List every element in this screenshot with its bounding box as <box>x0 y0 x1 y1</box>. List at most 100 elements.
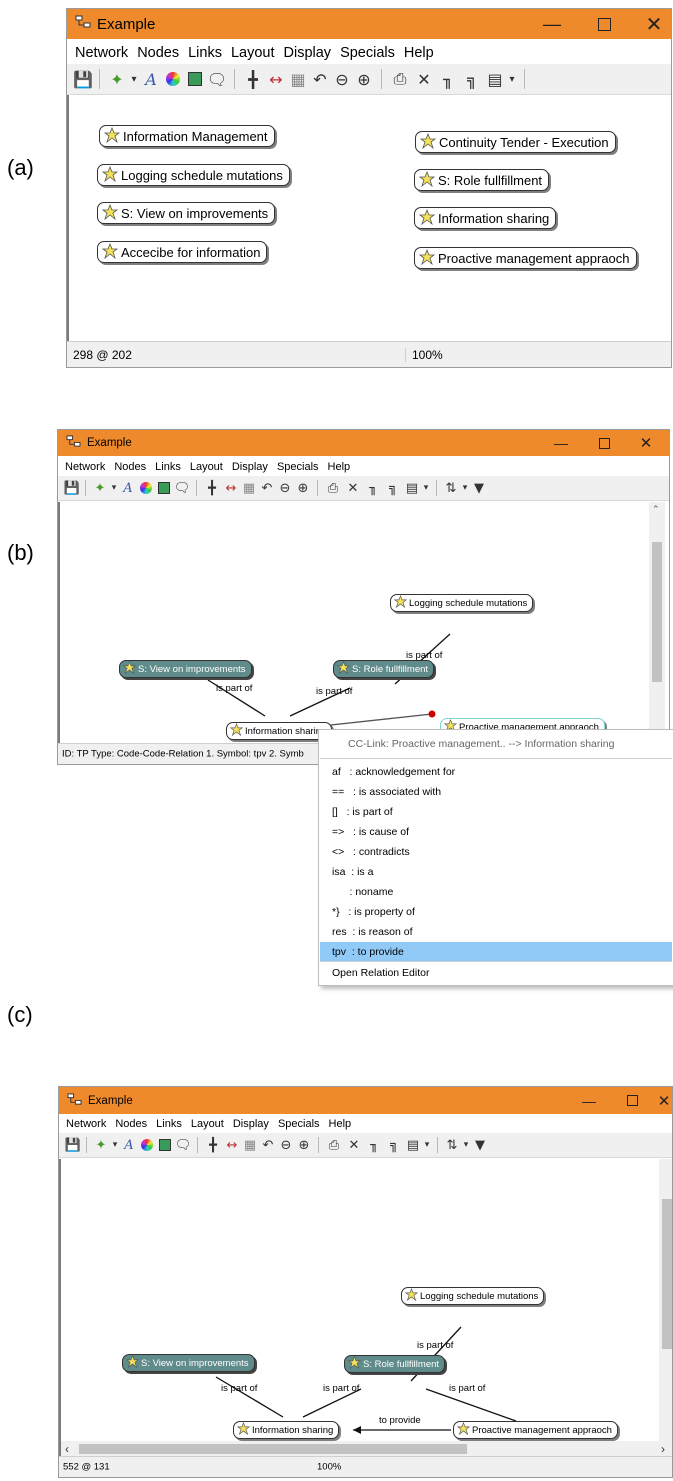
relation-item-is-a[interactable]: isa : is a <box>320 862 672 882</box>
menu-help[interactable]: Help <box>329 1118 352 1130</box>
network-canvas[interactable]: is part of is part of is part of Logging… <box>58 502 669 764</box>
menu-network[interactable]: Network <box>66 1118 106 1130</box>
open-relation-editor-item[interactable]: Open Relation Editor <box>320 963 672 983</box>
horizontal-scrollbar[interactable]: ‹ › <box>61 1441 672 1457</box>
relation-item-noname[interactable]: : noname <box>320 882 672 902</box>
menu-layout[interactable]: Layout <box>191 1118 224 1130</box>
undo-icon[interactable]: ↶ <box>309 70 331 89</box>
font-icon[interactable]: A <box>140 70 162 89</box>
code-node[interactable]: Logging schedule mutations <box>390 594 534 612</box>
menu-display[interactable]: Display <box>232 461 268 473</box>
node-style-icon[interactable] <box>155 482 173 494</box>
menu-display[interactable]: Display <box>233 1118 269 1130</box>
spread-icon[interactable]: ↔ <box>265 70 287 89</box>
link-icon[interactable]: ╖ <box>363 481 383 496</box>
grid-icon[interactable]: ▦ <box>240 481 258 496</box>
unlink-icon[interactable]: ╗ <box>460 70 484 89</box>
new-node-icon[interactable]: ✦ <box>92 1138 110 1153</box>
link-icon[interactable]: ╖ <box>364 1138 384 1153</box>
minimize-button[interactable]: — <box>548 430 574 456</box>
menu-nodes[interactable]: Nodes <box>137 45 179 61</box>
menu-layout[interactable]: Layout <box>231 45 275 61</box>
font-icon[interactable]: A <box>120 1138 138 1153</box>
code-node[interactable]: Proactive management appraoch <box>414 247 637 269</box>
new-node-icon[interactable]: ✦ <box>106 70 128 89</box>
menu-nodes[interactable]: Nodes <box>115 1118 147 1130</box>
print-icon[interactable]: ⎙ <box>324 1138 344 1153</box>
spread-icon[interactable]: ↔ <box>222 481 240 496</box>
relation-item-af[interactable]: af : acknowledgement for <box>320 762 672 782</box>
menu-help[interactable]: Help <box>328 461 351 473</box>
sort-icon[interactable]: ⇅ <box>443 1138 461 1153</box>
chevron-down-icon[interactable]: ▾ <box>460 483 470 493</box>
code-node-selected[interactable]: S: Role fullfillment <box>333 660 435 678</box>
maximize-button[interactable] <box>619 1087 645 1114</box>
code-node[interactable]: Continuity Tender - Execution <box>415 131 616 153</box>
unlink-icon[interactable]: ╗ <box>383 481 403 496</box>
code-node[interactable]: Information sharing <box>233 1421 340 1439</box>
save-icon[interactable]: 💾 <box>64 481 80 496</box>
chevron-down-icon[interactable]: ▾ <box>461 1140 471 1150</box>
code-node[interactable]: Information Management <box>99 125 275 147</box>
relation-item-associated[interactable]: == : is associated with <box>320 782 672 802</box>
maximize-button[interactable] <box>589 9 619 39</box>
zoom-in-icon[interactable]: ⊕ <box>295 1138 313 1153</box>
filter-icon[interactable]: ▼ <box>471 1138 489 1153</box>
code-node[interactable]: Information sharing <box>226 722 333 740</box>
zoom-in-icon[interactable]: ⊕ <box>294 481 312 496</box>
relation-item-property-of[interactable]: *} : is property of <box>320 902 672 922</box>
chevron-down-icon[interactable]: ▾ <box>109 483 119 493</box>
menu-help[interactable]: Help <box>404 45 434 61</box>
save-icon[interactable]: 💾 <box>73 70 93 89</box>
zoom-out-icon[interactable]: ⊖ <box>277 1138 295 1153</box>
menu-network[interactable]: Network <box>65 461 105 473</box>
vertical-scrollbar[interactable]: ⌃ <box>649 502 665 750</box>
chevron-down-icon[interactable]: ▾ <box>421 483 431 493</box>
print-icon[interactable]: ⎙ <box>323 481 343 496</box>
menu-nodes[interactable]: Nodes <box>114 461 146 473</box>
display-icon[interactable]: ▤ <box>484 70 506 89</box>
close-button[interactable]: ✕ <box>633 430 659 456</box>
code-node[interactable]: S: Role fullfillment <box>414 169 550 191</box>
color-wheel-icon[interactable] <box>137 482 155 494</box>
menu-links[interactable]: Links <box>156 1118 182 1130</box>
zoom-out-icon[interactable]: ⊖ <box>331 70 353 89</box>
scrollbar-thumb[interactable] <box>652 542 662 682</box>
menu-specials[interactable]: Specials <box>278 1118 320 1130</box>
delete-icon[interactable]: ✕ <box>344 1138 364 1153</box>
node-style-icon[interactable] <box>156 1139 174 1151</box>
comment-icon[interactable]: 🗨 <box>174 1138 192 1153</box>
link-icon[interactable]: ╖ <box>436 70 460 89</box>
code-node[interactable]: Logging schedule mutations <box>401 1287 545 1305</box>
grid-icon[interactable]: ▦ <box>287 70 309 89</box>
minimize-button[interactable]: — <box>537 9 567 39</box>
display-icon[interactable]: ▤ <box>404 1138 422 1153</box>
comment-icon[interactable]: 🗨 <box>173 481 191 496</box>
close-button[interactable]: ✕ <box>654 1087 672 1114</box>
font-icon[interactable]: A <box>119 481 137 496</box>
chevron-down-icon[interactable]: ▾ <box>422 1140 432 1150</box>
code-node[interactable]: Accecibe for information <box>97 241 268 263</box>
maximize-button[interactable] <box>591 430 617 456</box>
scrollbar-thumb[interactable] <box>662 1199 672 1349</box>
zoom-in-icon[interactable]: ⊕ <box>353 70 375 89</box>
tree-layout-icon[interactable]: ╋ <box>202 481 222 496</box>
filter-icon[interactable]: ▼ <box>470 481 488 496</box>
unlink-icon[interactable]: ╗ <box>384 1138 404 1153</box>
spread-icon[interactable]: ↔ <box>223 1138 241 1153</box>
menu-links[interactable]: Links <box>188 45 222 61</box>
menu-specials[interactable]: Specials <box>277 461 319 473</box>
chevron-down-icon[interactable]: ▾ <box>110 1140 120 1150</box>
undo-icon[interactable]: ↶ <box>258 481 276 496</box>
tree-layout-icon[interactable]: ╋ <box>203 1138 223 1153</box>
code-node[interactable]: Logging schedule mutations <box>97 164 290 186</box>
close-button[interactable]: ✕ <box>639 9 669 39</box>
tree-layout-icon[interactable]: ╋ <box>241 70 265 89</box>
scrollbar-thumb[interactable] <box>79 1444 467 1454</box>
code-node-selected[interactable]: S: Role fullfillment <box>344 1355 446 1373</box>
vertical-scrollbar[interactable] <box>659 1159 672 1441</box>
menu-links[interactable]: Links <box>155 461 181 473</box>
scroll-left-icon[interactable]: ‹ <box>65 1442 69 1456</box>
network-canvas[interactable]: Information Management Logging schedule … <box>67 95 671 343</box>
print-icon[interactable]: ⎙ <box>388 69 412 89</box>
